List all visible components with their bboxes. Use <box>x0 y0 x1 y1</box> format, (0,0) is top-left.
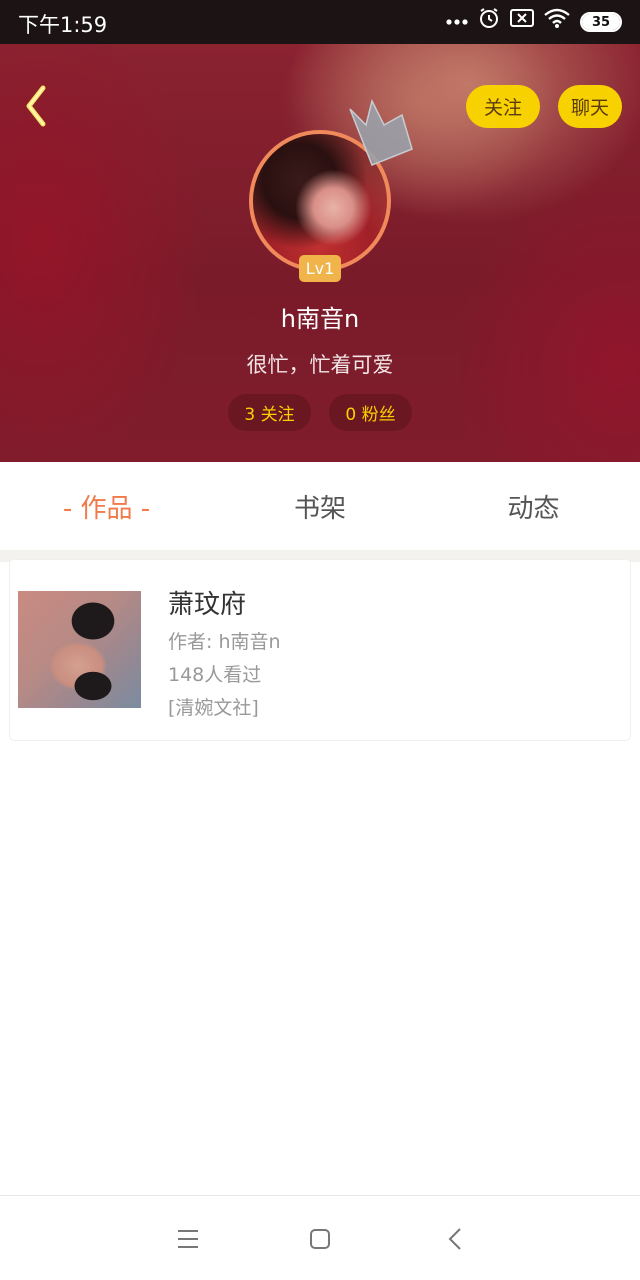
user-bio: 很忙，忙着可爱 <box>246 353 394 377</box>
chat-button[interactable]: 聊天 <box>558 85 622 128</box>
tab-bookshelf[interactable]: 书架 <box>213 462 427 550</box>
battery-level: 35 <box>591 14 611 30</box>
menu-button[interactable] <box>173 1224 203 1254</box>
tab-works[interactable]: - 作品 - <box>0 462 213 550</box>
tab-moments[interactable]: 动态 <box>427 462 640 550</box>
level-badge: Lv1 <box>299 255 341 282</box>
work-author: 作者: h南音n <box>168 631 281 653</box>
profile-header: 关注 聊天 Lv1 h南音n 很忙，忙着可爱 3 关注 0 粉丝 <box>0 44 640 462</box>
sim-blocked-icon <box>510 8 534 36</box>
back-arrow-icon <box>448 1228 461 1250</box>
more-dots-icon <box>446 8 468 36</box>
work-society: [清婉文社] <box>168 697 259 719</box>
status-time: 下午1:59 <box>18 13 108 37</box>
back-button[interactable] <box>14 84 58 128</box>
following-count[interactable]: 3 关注 <box>228 394 311 431</box>
menu-icon <box>178 1230 198 1248</box>
home-button[interactable] <box>305 1224 335 1254</box>
work-cover-image[interactable] <box>18 591 141 708</box>
chevron-left-icon <box>26 85 46 127</box>
nav-back-button[interactable] <box>440 1224 470 1254</box>
status-bar: 下午1:59 35 <box>0 0 640 44</box>
work-views: 148人看过 <box>168 664 262 686</box>
battery-icon: 35 <box>580 12 622 32</box>
follow-button[interactable]: 关注 <box>466 85 540 128</box>
home-square-icon <box>310 1229 330 1249</box>
profile-tabs: - 作品 - 书架 动态 <box>0 462 640 550</box>
alarm-icon <box>478 7 500 38</box>
fans-count[interactable]: 0 粉丝 <box>329 394 412 431</box>
system-nav-bar <box>0 1195 640 1280</box>
work-card[interactable]: 萧玟府 作者: h南音n 148人看过 [清婉文社] <box>10 560 630 740</box>
status-icons: 35 <box>446 7 622 38</box>
work-title: 萧玟府 <box>168 590 247 620</box>
wifi-icon <box>544 8 570 37</box>
crown-icon <box>349 99 413 166</box>
username: h南音n <box>280 305 360 333</box>
